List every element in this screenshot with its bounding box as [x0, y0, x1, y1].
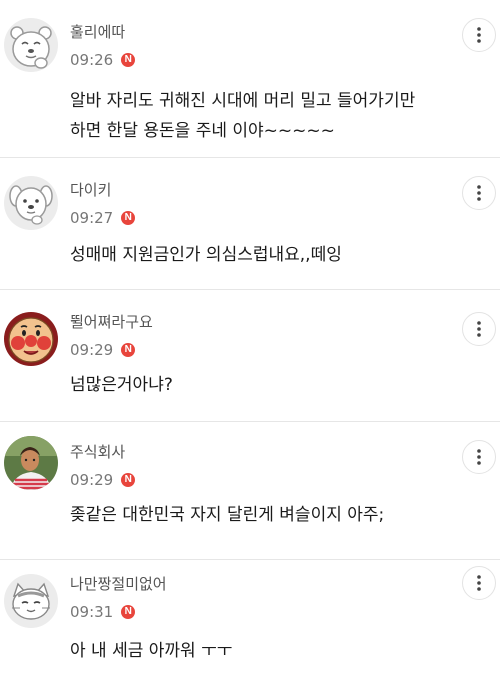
more-options-button[interactable] — [462, 312, 496, 346]
comment-text: 넘많은거아냐? — [70, 375, 173, 395]
username[interactable]: 주식회사 — [70, 442, 125, 462]
new-badge: N — [121, 605, 136, 619]
comment-meta: 09:29 N — [70, 340, 136, 360]
anpanman-avatar-icon[interactable] — [4, 312, 58, 366]
cartoon-bear-avatar-icon[interactable] — [4, 18, 58, 72]
kebab-menu-icon — [477, 27, 481, 43]
timestamp: 09:26 — [70, 51, 114, 69]
comment-meta: 09:27 N — [70, 208, 136, 228]
comment-list: 훌리에따 09:26 N 알바 자리도 귀해진 시대에 머리 밀고 들어가기만 … — [0, 0, 500, 675]
timestamp: 09:29 — [70, 471, 114, 489]
comment-text: 알바 자리도 귀해진 시대에 머리 밀고 들어가기만 하면 한달 용돈을 주네 … — [70, 91, 416, 141]
person-photo-avatar-icon[interactable] — [4, 436, 58, 490]
more-options-button[interactable] — [462, 176, 496, 210]
new-badge: N — [121, 211, 136, 225]
timestamp: 09:29 — [70, 341, 114, 359]
kebab-menu-icon — [477, 185, 481, 201]
more-options-button[interactable] — [462, 18, 496, 52]
username[interactable]: 뛸어쪄라구요 — [70, 312, 153, 332]
comment-meta: 09:26 N — [70, 50, 136, 70]
username[interactable]: 나만짱절미없어 — [70, 574, 167, 594]
kebab-menu-icon — [477, 575, 481, 591]
more-options-button[interactable] — [462, 440, 496, 474]
comment-item: 다이키 09:27 N 성매매 지원금인가 의심스럽내요,,떼잉 — [0, 158, 500, 290]
comment-text: 좆같은 대한민국 자지 달린게 벼슬이지 아주; — [70, 505, 385, 525]
timestamp: 09:31 — [70, 603, 114, 621]
comment-meta: 09:31 N — [70, 602, 136, 622]
more-options-button[interactable] — [462, 566, 496, 600]
comment-meta: 09:29 N — [70, 470, 136, 490]
new-badge: N — [121, 53, 136, 67]
kebab-menu-icon — [477, 321, 481, 337]
comment-text: 성매매 지원금인가 의심스럽내요,,떼잉 — [70, 245, 342, 265]
comment-item: 훌리에따 09:26 N 알바 자리도 귀해진 시대에 머리 밀고 들어가기만 … — [0, 0, 500, 158]
new-badge: N — [121, 473, 136, 487]
comment-item: 주식회사 09:29 N 좆같은 대한민국 자지 달린게 벼슬이지 아주; — [0, 422, 500, 560]
comment-item: 나만짱절미없어 09:31 N 아 내 세금 아까워 ㅜㅜ — [0, 560, 500, 675]
cartoon-dog-avatar-icon[interactable] — [4, 176, 58, 230]
username[interactable]: 다이키 — [70, 180, 111, 200]
timestamp: 09:27 — [70, 209, 114, 227]
kebab-menu-icon — [477, 449, 481, 465]
username[interactable]: 훌리에따 — [70, 22, 125, 42]
new-badge: N — [121, 343, 136, 357]
comment-text: 아 내 세금 아까워 ㅜㅜ — [70, 641, 233, 661]
cartoon-cat-avatar-icon[interactable] — [4, 574, 58, 628]
comment-item: 뛸어쪄라구요 09:29 N 넘많은거아냐? — [0, 290, 500, 422]
